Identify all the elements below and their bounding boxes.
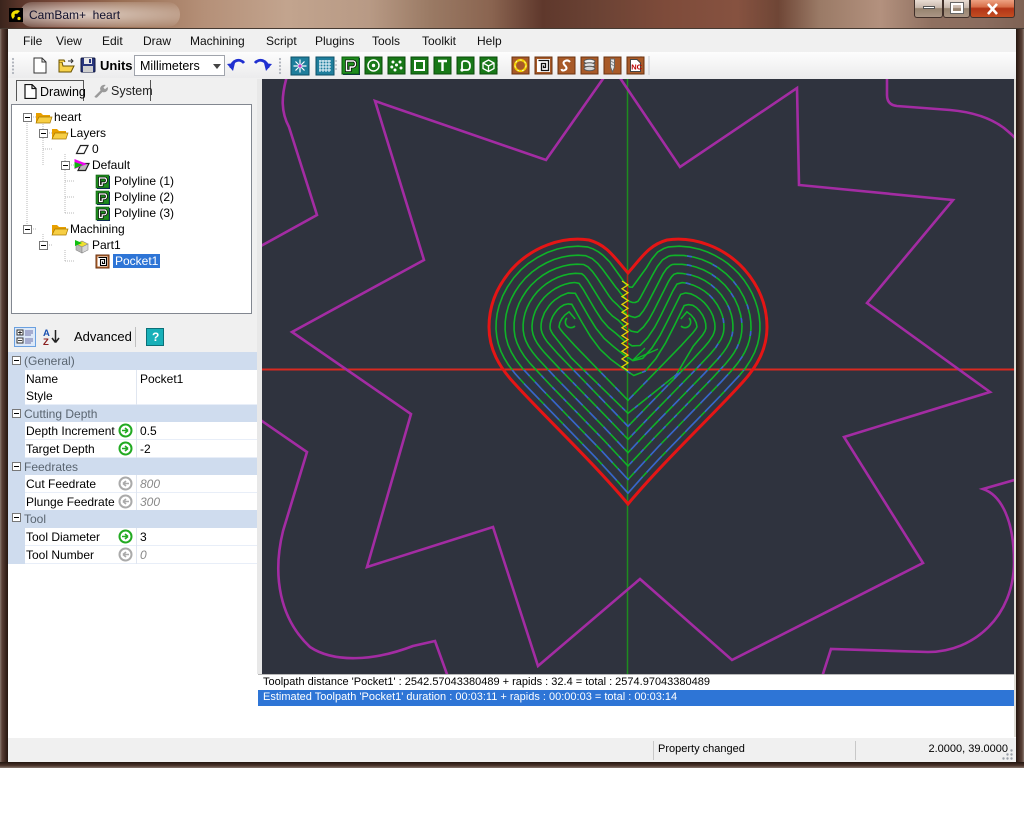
svg-text:NC: NC [631, 63, 642, 72]
svg-text:Z: Z [43, 337, 49, 347]
